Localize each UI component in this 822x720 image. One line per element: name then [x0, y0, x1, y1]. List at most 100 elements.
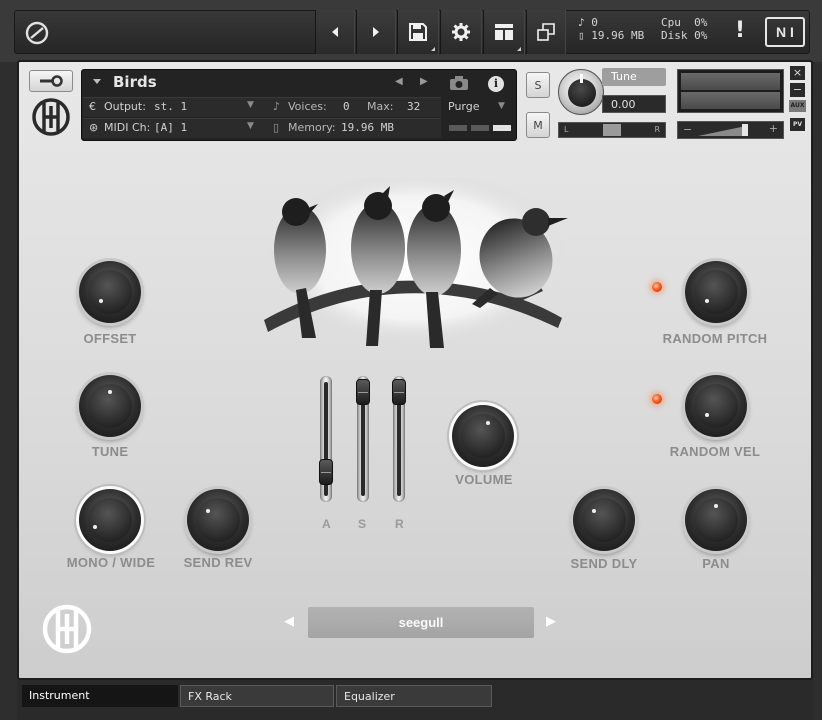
- aux-button[interactable]: AUX: [789, 100, 806, 112]
- tune-label: Tune: [602, 68, 666, 86]
- send-dly-knob[interactable]: [573, 489, 635, 551]
- save-button[interactable]: [397, 10, 439, 54]
- memory-value: 19.96 MB: [341, 121, 394, 134]
- ha-logo-large: [39, 603, 95, 655]
- max-voices-value[interactable]: 32: [407, 100, 420, 113]
- wrench-icon: [40, 75, 63, 87]
- offset-knob[interactable]: [79, 261, 141, 323]
- voices-memory-readout: ♪ 0 ▯ 19.96 MB: [578, 16, 644, 42]
- tune-knob[interactable]: [79, 375, 141, 437]
- purge-label[interactable]: Purge: [448, 100, 480, 113]
- volume-plus: +: [768, 122, 778, 135]
- solo-label: S: [534, 78, 542, 92]
- close-instrument-button[interactable]: ×: [790, 66, 805, 80]
- settings-button[interactable]: [440, 10, 482, 54]
- memory-value: 19.96 MB: [591, 29, 645, 42]
- random-vel-knob[interactable]: [685, 375, 747, 437]
- prev-preset-arrow[interactable]: ◀: [284, 614, 294, 629]
- layout-icon: [495, 24, 513, 40]
- pan-knob[interactable]: [685, 489, 747, 551]
- random-pitch-led: [652, 282, 662, 292]
- memory-icon: ▯: [273, 121, 280, 134]
- send-rev-label: SEND REV: [183, 555, 253, 570]
- minimize-instrument-button[interactable]: −: [790, 83, 805, 97]
- midi-icon: ⊛: [89, 121, 99, 134]
- pan-slider[interactable]: L R: [558, 122, 666, 138]
- mono-wide-label: MONO / WIDE: [66, 555, 156, 570]
- solo-button[interactable]: S: [526, 72, 550, 98]
- memory-icon: ▯: [578, 29, 585, 42]
- max-label: Max:: [367, 100, 394, 113]
- midi-label: MIDI Ch:: [104, 121, 151, 134]
- native-instruments-logo[interactable]: N I: [765, 17, 805, 47]
- output-label: Output:: [104, 100, 146, 113]
- instrument-options-button[interactable]: [29, 70, 73, 92]
- pan-label: PAN: [702, 556, 730, 571]
- sustain-label: S: [358, 517, 367, 531]
- window-resize-icon: [537, 23, 555, 41]
- mute-button[interactable]: M: [526, 112, 550, 138]
- pan-right-label: R: [654, 125, 660, 134]
- mute-label: M: [533, 118, 543, 132]
- triangle-right-icon: [373, 27, 379, 37]
- output-dropdown-icon[interactable]: ▼: [247, 100, 254, 110]
- pv-button[interactable]: PV: [790, 118, 805, 131]
- random-pitch-label: RANDOM PITCH: [662, 331, 768, 346]
- attack-label: A: [322, 517, 331, 531]
- info-icon[interactable]: i: [488, 76, 504, 92]
- birds-artwork: [258, 170, 570, 354]
- attack-slider[interactable]: [319, 376, 333, 502]
- volume-knob[interactable]: [452, 405, 514, 467]
- next-instrument-arrow[interactable]: ▶: [420, 76, 428, 87]
- tune-header-knob[interactable]: [558, 69, 604, 115]
- floppy-disk-icon: [409, 23, 427, 41]
- preset-selector[interactable]: seegull: [308, 607, 534, 638]
- midi-dropdown-icon[interactable]: ▼: [247, 121, 254, 131]
- random-pitch-knob[interactable]: [685, 261, 747, 323]
- next-preset-arrow[interactable]: ▶: [546, 614, 556, 629]
- pan-left-label: L: [564, 125, 569, 134]
- purge-meter: [449, 125, 511, 132]
- random-vel-label: RANDOM VEL: [669, 444, 761, 459]
- disk-value: 0%: [694, 29, 708, 42]
- camera-icon[interactable]: [449, 75, 469, 91]
- voices-icon: ♪: [273, 100, 281, 113]
- level-meter: [677, 69, 784, 113]
- cpu-value: 0%: [694, 16, 708, 29]
- collapse-arrow-icon[interactable]: [93, 79, 101, 84]
- release-slider[interactable]: [392, 376, 406, 502]
- purge-dropdown-icon[interactable]: ▼: [498, 101, 505, 111]
- prev-instrument-button[interactable]: [315, 10, 355, 54]
- ni-logo-text: N I: [776, 24, 794, 40]
- voices-icon: ♪: [578, 16, 585, 29]
- sustain-slider[interactable]: [356, 376, 370, 502]
- cpu-disk-readout: Cpu 0% Disk 0%: [661, 16, 707, 42]
- attack-slider-handle[interactable]: [319, 458, 333, 485]
- warning-icon[interactable]: !: [735, 18, 745, 43]
- tune-value[interactable]: 0.00: [602, 95, 666, 113]
- release-label: R: [395, 517, 404, 531]
- sustain-slider-handle[interactable]: [356, 379, 370, 405]
- mono-wide-knob[interactable]: [79, 489, 141, 551]
- tab-fx-rack[interactable]: FX Rack: [180, 685, 334, 707]
- next-instrument-button[interactable]: [356, 10, 396, 54]
- kontakt-logo-icon[interactable]: [24, 20, 50, 46]
- minimize-view-button[interactable]: [526, 10, 566, 54]
- volume-header-slider[interactable]: − +: [677, 121, 784, 139]
- instrument-name[interactable]: Birds: [113, 73, 157, 91]
- voices-label: Voices:: [288, 100, 327, 113]
- send-rev-knob[interactable]: [187, 489, 249, 551]
- tab-instrument[interactable]: Instrument: [22, 685, 178, 707]
- random-vel-led: [652, 394, 662, 404]
- pan-handle[interactable]: [603, 124, 621, 136]
- output-value[interactable]: st. 1: [154, 100, 187, 113]
- release-slider-handle[interactable]: [392, 379, 406, 405]
- ha-logo-small: [30, 98, 72, 136]
- tab-equalizer[interactable]: Equalizer: [336, 685, 492, 707]
- voices-count: 0: [591, 16, 598, 29]
- prev-instrument-arrow[interactable]: ◀: [395, 76, 403, 87]
- volume-minus: −: [683, 123, 693, 136]
- view-button[interactable]: [483, 10, 525, 54]
- midi-channel-value[interactable]: [A] 1: [154, 121, 187, 134]
- volume-label: VOLUME: [455, 472, 513, 487]
